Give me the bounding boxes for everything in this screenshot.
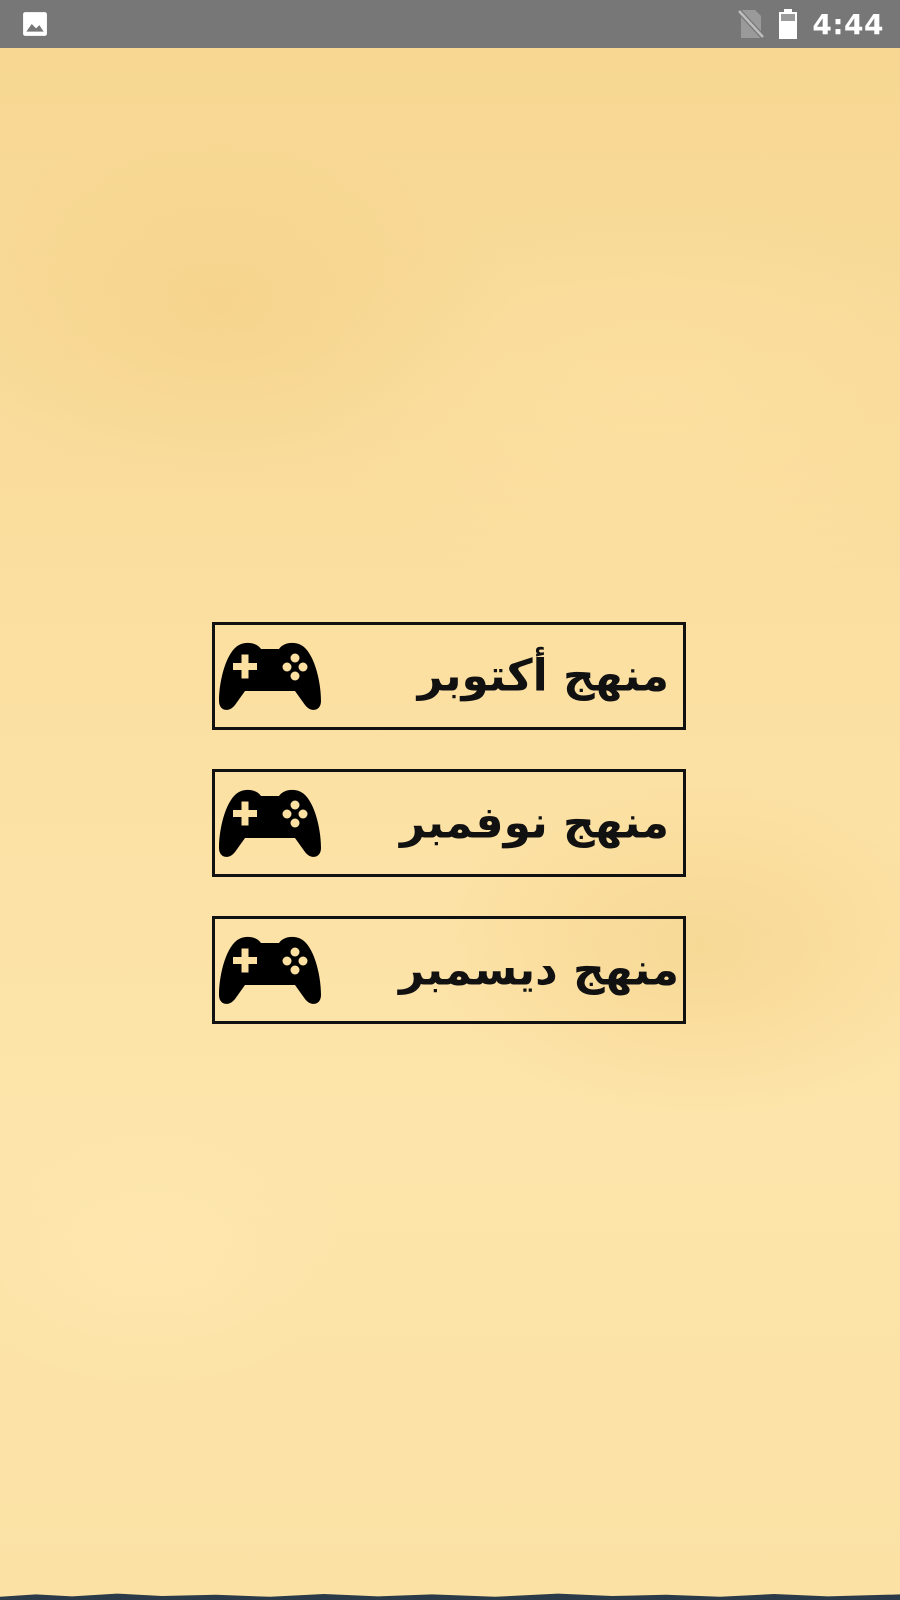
gamepad-icon	[219, 789, 321, 857]
december-curriculum-button[interactable]: منهج ديسمبر	[212, 916, 686, 1024]
december-curriculum-label: منهج ديسمبر	[399, 944, 679, 996]
battery-icon	[779, 9, 798, 39]
november-curriculum-button[interactable]: منهج نوفمبر	[212, 769, 686, 877]
status-bar: 4:44	[0, 0, 900, 48]
no-sim-icon	[738, 9, 765, 39]
status-time: 4:44	[812, 7, 884, 41]
october-curriculum-label: منهج أكتوبر	[417, 650, 669, 702]
status-icons: 4:44	[738, 0, 884, 48]
curriculum-menu: منهج أكتوبر منهج نوفمبر منهج ديسمبر	[212, 622, 686, 1063]
october-curriculum-button[interactable]: منهج أكتوبر	[212, 622, 686, 730]
november-curriculum-label: منهج نوفمبر	[399, 797, 669, 849]
gamepad-icon	[219, 642, 321, 710]
gamepad-icon	[219, 936, 321, 1004]
image-icon	[23, 12, 47, 36]
